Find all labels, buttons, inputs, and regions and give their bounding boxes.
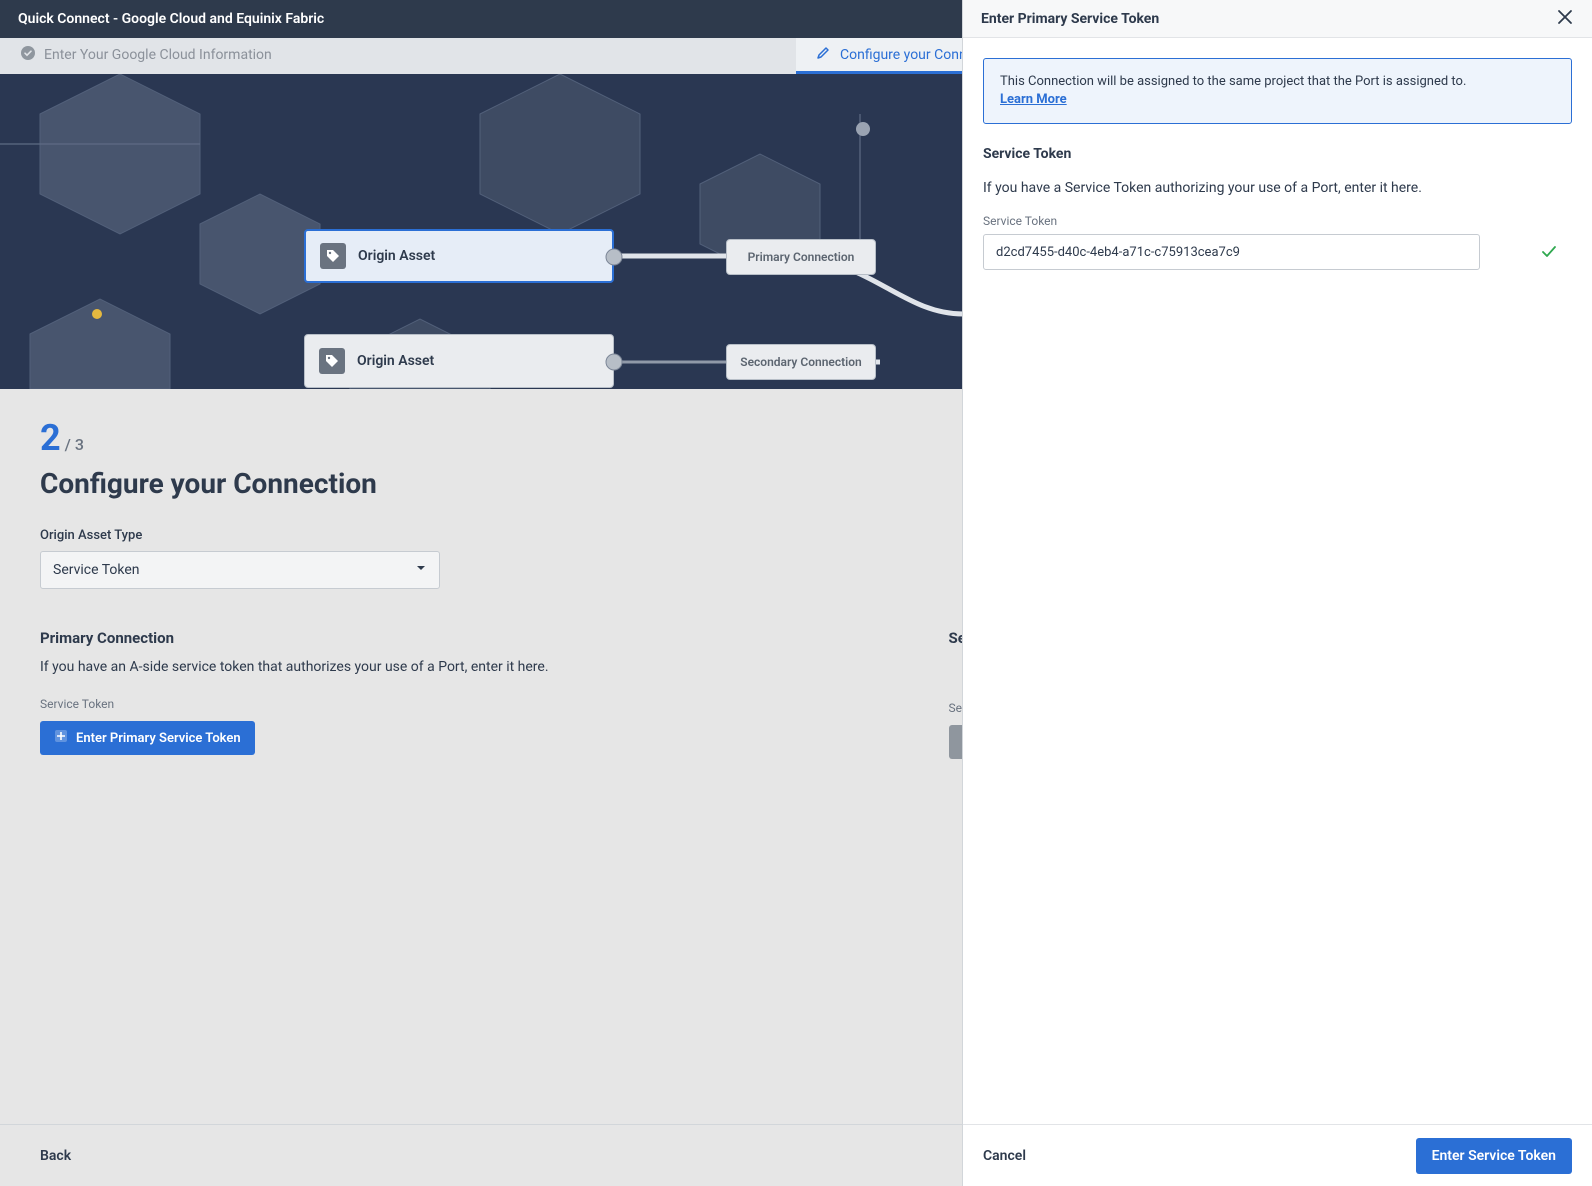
panel-section-title: Service Token bbox=[983, 146, 1572, 162]
step-current: 2 bbox=[40, 417, 61, 459]
check-icon bbox=[1540, 243, 1558, 265]
info-banner: This Connection will be assigned to the … bbox=[983, 58, 1572, 124]
select-value: Service Token bbox=[53, 562, 140, 578]
close-icon[interactable] bbox=[1556, 8, 1574, 30]
primary-connection-section: Primary Connection If you have an A-side… bbox=[40, 629, 549, 759]
pencil-icon bbox=[816, 45, 832, 65]
step-total: / 3 bbox=[65, 435, 84, 454]
tag-icon bbox=[320, 243, 346, 269]
chevron-down-icon bbox=[415, 562, 427, 578]
panel-desc: If you have a Service Token authorizing … bbox=[983, 180, 1572, 196]
primary-desc: If you have an A-side service token that… bbox=[40, 659, 549, 675]
primary-heading: Primary Connection bbox=[40, 629, 549, 647]
panel-footer: Cancel Enter Service Token bbox=[963, 1124, 1592, 1186]
check-icon bbox=[20, 45, 36, 65]
enter-service-token-button[interactable]: Enter Service Token bbox=[1416, 1138, 1572, 1174]
tag-icon bbox=[319, 348, 345, 374]
panel-title: Enter Primary Service Token bbox=[981, 11, 1159, 27]
conn-label: Primary Connection bbox=[748, 250, 855, 264]
service-token-input[interactable] bbox=[983, 234, 1480, 270]
enter-primary-token-button[interactable]: Enter Primary Service Token bbox=[40, 721, 255, 755]
button-label: Enter Service Token bbox=[1432, 1148, 1556, 1164]
origin-asset-secondary[interactable]: Origin Asset bbox=[304, 334, 614, 388]
cancel-button[interactable]: Cancel bbox=[983, 1148, 1026, 1164]
button-label: Enter Primary Service Token bbox=[76, 731, 241, 746]
app-title: Quick Connect - Google Cloud and Equinix… bbox=[18, 11, 324, 27]
panel-header: Enter Primary Service Token bbox=[963, 0, 1592, 38]
banner-text: This Connection will be assigned to the … bbox=[1000, 74, 1466, 89]
secondary-connection-node: Secondary Connection bbox=[726, 344, 876, 380]
learn-more-link[interactable]: Learn More bbox=[1000, 92, 1067, 107]
token-input-label: Service Token bbox=[983, 214, 1572, 228]
main-footer: Back bbox=[0, 1124, 963, 1186]
asset-label: Origin Asset bbox=[358, 248, 435, 264]
primary-sublabel: Service Token bbox=[40, 697, 549, 711]
plus-icon bbox=[54, 729, 68, 747]
origin-asset-primary[interactable]: Origin Asset bbox=[304, 229, 614, 283]
origin-asset-type-select[interactable]: Service Token bbox=[40, 551, 440, 589]
back-button[interactable]: Back bbox=[40, 1148, 71, 1164]
step-label: Enter Your Google Cloud Information bbox=[44, 47, 272, 63]
panel-body: This Connection will be assigned to the … bbox=[963, 38, 1592, 1124]
side-panel: Enter Primary Service Token This Connect… bbox=[962, 0, 1592, 1186]
conn-label: Secondary Connection bbox=[740, 355, 862, 369]
asset-label: Origin Asset bbox=[357, 353, 434, 369]
primary-connection-node: Primary Connection bbox=[726, 239, 876, 275]
step-tab-1[interactable]: Enter Your Google Cloud Information bbox=[0, 38, 796, 74]
